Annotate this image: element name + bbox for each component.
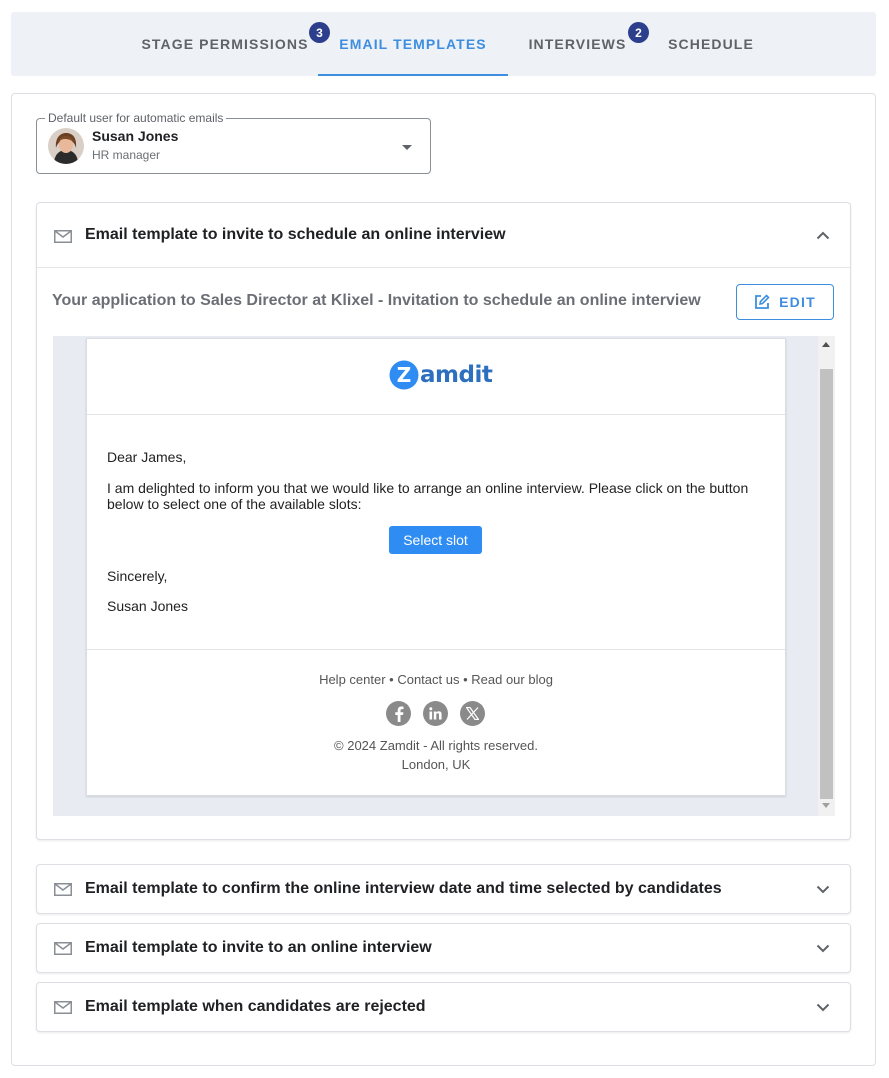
accordion-header[interactable]: Email template to confirm the online int… (37, 865, 850, 915)
email-location: London, UK (401, 757, 471, 772)
email-greeting: Dear James, (107, 449, 187, 465)
default-user-label: Default user for automatic emails (45, 111, 227, 125)
tab-count-badge: 2 (628, 22, 649, 43)
tab-stage-permissions[interactable]: STAGE PERMISSIONS 3 (125, 12, 330, 76)
accordion-title: Email template when candidates are rejec… (85, 998, 426, 1015)
accordion-confirm-date: Email template to confirm the online int… (36, 864, 851, 914)
default-user-select[interactable] (36, 118, 431, 174)
help-center-link[interactable]: Help center (319, 672, 385, 687)
x-twitter-icon[interactable] (460, 701, 485, 726)
accordion-rejected: Email template when candidates are rejec… (36, 982, 851, 1032)
footer-separator: • (385, 672, 398, 687)
logo-letter: Z (397, 363, 412, 387)
tab-label: INTERVIEWS (528, 36, 627, 52)
tab-schedule[interactable]: SCHEDULE (662, 12, 760, 76)
email-card (86, 338, 786, 796)
email-header-divider (87, 414, 785, 415)
mail-icon (54, 883, 72, 896)
zamdit-logo: Z amdit (389, 360, 493, 390)
facebook-icon[interactable] (386, 701, 411, 726)
mail-icon (54, 1001, 72, 1014)
accordion-header[interactable]: Email template when candidates are rejec… (37, 983, 850, 1033)
email-closing: Sincerely, (107, 568, 168, 584)
edit-button-label: EDIT (779, 294, 816, 310)
chevron-up-icon[interactable] (816, 231, 830, 240)
email-footer-links: Help center • Contact us • Read our blog (87, 672, 785, 687)
email-body-line: I am delighted to inform you that we wou… (107, 480, 749, 496)
active-tab-indicator (318, 74, 508, 76)
logo-wordmark: amdit (420, 362, 493, 388)
default-user-name: Susan Jones (92, 128, 179, 144)
email-footer-divider (87, 649, 785, 650)
select-slot-button[interactable]: Select slot (389, 526, 482, 554)
mail-icon (54, 230, 72, 243)
tab-interviews[interactable]: INTERVIEWS 2 (520, 12, 649, 76)
footer-separator: • (459, 672, 472, 687)
mail-icon (54, 942, 72, 955)
email-copyright: © 2024 Zamdit - All rights reserved. (334, 738, 538, 753)
scroll-up-arrow-icon[interactable] (822, 342, 830, 347)
email-subject: Your application to Sales Director at Kl… (52, 292, 701, 309)
accordion-header[interactable]: Email template to invite to an online in… (37, 924, 850, 974)
avatar (48, 128, 84, 164)
edit-button[interactable]: EDIT (736, 284, 834, 320)
chevron-down-icon[interactable] (816, 944, 830, 953)
read-our-blog-link[interactable]: Read our blog (471, 672, 553, 687)
accordion-title: Email template to confirm the online int… (85, 880, 722, 897)
tab-email-templates[interactable]: EMAIL TEMPLATES (318, 12, 508, 76)
accordion-invite-interview: Email template to invite to an online in… (36, 923, 851, 973)
tab-label: SCHEDULE (668, 36, 754, 52)
email-body-line: below to select one of the available slo… (107, 496, 362, 512)
email-signature: Susan Jones (107, 598, 188, 614)
chevron-down-icon[interactable] (816, 885, 830, 894)
tab-label: EMAIL TEMPLATES (339, 36, 487, 52)
accordion-title: Email template to invite to an online in… (85, 939, 432, 956)
tab-bar: STAGE PERMISSIONS 3 EMAIL TEMPLATES INTE… (11, 12, 876, 76)
tab-label: STAGE PERMISSIONS (141, 36, 309, 52)
scroll-down-arrow-icon[interactable] (822, 803, 830, 808)
edit-icon (755, 294, 770, 309)
linkedin-icon[interactable] (423, 701, 448, 726)
accordion-header[interactable]: Email template to invite to schedule an … (37, 203, 850, 268)
dropdown-caret-icon[interactable] (402, 145, 412, 150)
contact-us-link[interactable]: Contact us (397, 672, 459, 687)
accordion-title: Email template to invite to schedule an … (85, 226, 506, 243)
scrollbar-thumb[interactable] (820, 369, 833, 799)
default-user-role: HR manager (92, 148, 161, 162)
chevron-down-icon[interactable] (816, 1003, 830, 1012)
logo-mark: Z (389, 360, 419, 390)
